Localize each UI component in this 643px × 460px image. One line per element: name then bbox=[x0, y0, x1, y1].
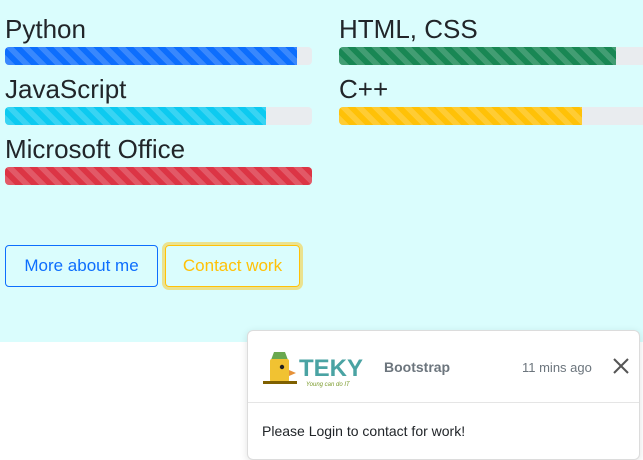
skill-html-css: HTML, CSS bbox=[339, 14, 643, 65]
skills-panel: Python HTML, CSS JavaScript C++ Microsof… bbox=[0, 0, 643, 342]
skill-label: JavaScript bbox=[5, 74, 127, 104]
progress-track bbox=[5, 47, 312, 65]
skill-microsoft-office: Microsoft Office bbox=[5, 134, 312, 185]
progress-track bbox=[339, 107, 643, 125]
svg-text:Young can do IT: Young can do IT bbox=[306, 382, 351, 388]
svg-text:TEKY: TEKY bbox=[299, 355, 363, 382]
progress-track bbox=[5, 107, 312, 125]
progress-bar bbox=[5, 47, 297, 65]
skill-python: Python bbox=[5, 14, 312, 65]
progress-bar bbox=[339, 107, 583, 125]
progress-track bbox=[5, 167, 312, 185]
skill-label: Microsoft Office bbox=[5, 134, 186, 164]
contact-work-button[interactable]: Contact work bbox=[165, 245, 300, 287]
progress-track bbox=[339, 47, 643, 65]
skill-label: C++ bbox=[339, 74, 389, 104]
toast-timestamp: 11 mins ago bbox=[522, 360, 592, 375]
progress-bar bbox=[339, 47, 616, 65]
login-toast: TEKY Young can do IT Bootstrap 11 mins a… bbox=[247, 330, 640, 460]
toast-title: Bootstrap bbox=[384, 359, 451, 375]
skill-label: HTML, CSS bbox=[339, 14, 478, 44]
close-icon[interactable] bbox=[610, 355, 632, 377]
skill-cpp: C++ bbox=[339, 74, 643, 125]
skill-label: Python bbox=[5, 14, 86, 44]
skill-javascript: JavaScript bbox=[5, 74, 312, 125]
toast-message: Please Login to contact for work! bbox=[262, 423, 466, 439]
progress-bar bbox=[5, 107, 266, 125]
progress-bar bbox=[5, 167, 312, 185]
more-about-me-button[interactable]: More about me bbox=[5, 245, 158, 287]
teky-logo: TEKY Young can do IT bbox=[263, 352, 363, 388]
toast-header: TEKY Young can do IT Bootstrap 11 mins a… bbox=[248, 331, 639, 403]
